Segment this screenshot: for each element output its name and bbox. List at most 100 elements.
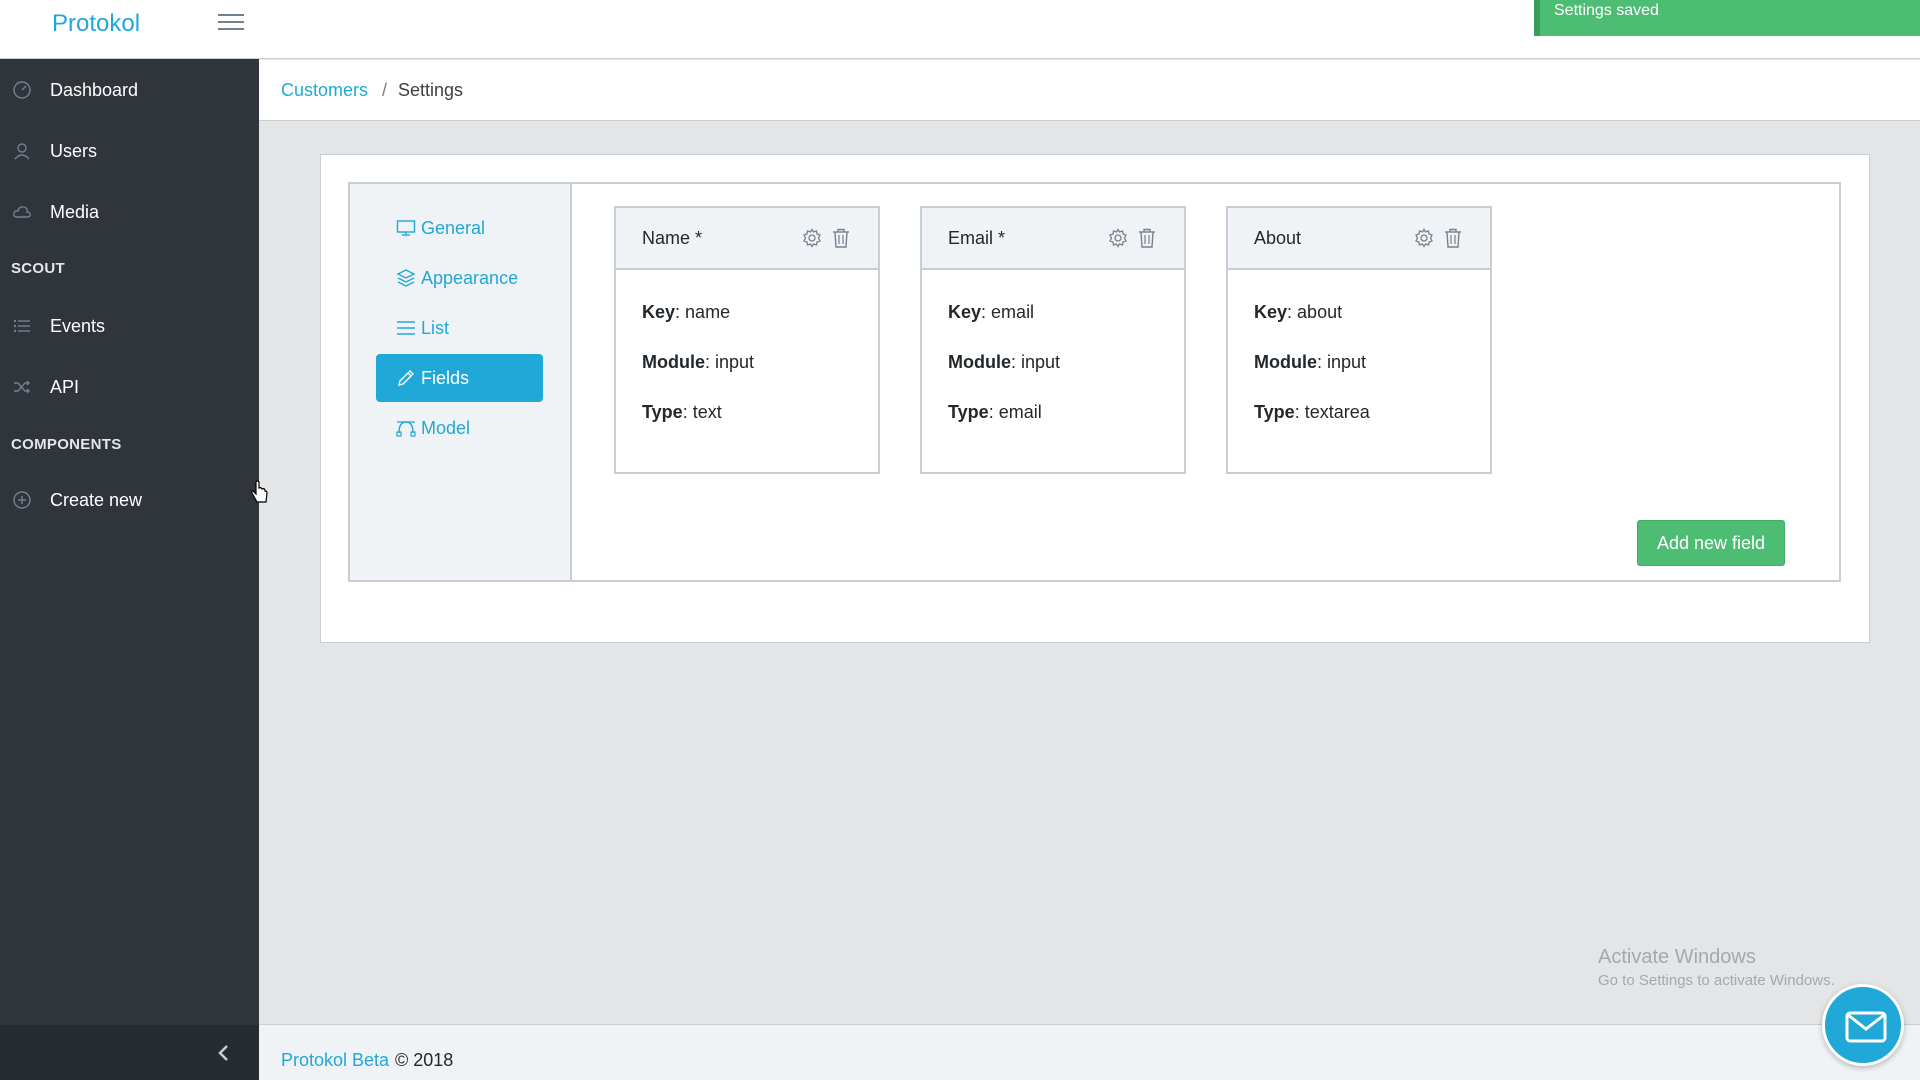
- key-value: about: [1297, 302, 1343, 322]
- tab-label: Fields: [421, 368, 470, 388]
- key-label: Key: [642, 302, 676, 322]
- list-icon: [397, 321, 415, 335]
- field-card-header: About: [1228, 208, 1490, 270]
- field-module-row: Module: input: [642, 352, 755, 372]
- breadcrumb-customers-link[interactable]: Customers: [281, 80, 368, 101]
- module-value: input: [715, 352, 755, 372]
- top-header: Protokol Settings saved: [0, 0, 1920, 59]
- field-module-row: Module: input: [948, 352, 1061, 372]
- windows-activation-watermark: Activate Windows Go to Settings to activ…: [1598, 946, 1835, 989]
- field-card-about: About Key: about Module: input Type: tex…: [1226, 206, 1492, 474]
- type-value: text: [692, 402, 722, 422]
- add-new-field-button[interactable]: Add new field: [1637, 520, 1785, 566]
- footer-copyright: © 2018: [395, 1050, 454, 1070]
- breadcrumb-current: Settings: [398, 80, 464, 100]
- field-card-title: Email *: [948, 228, 1006, 248]
- user-icon: [14, 143, 30, 160]
- sidebar-item-label: Users: [50, 140, 98, 161]
- sidebar-item-label: Events: [50, 315, 106, 336]
- field-card-name: Name * Key: name Module: input Type: tex…: [614, 206, 880, 474]
- field-card-email: Email * Key: email Module: input Type: e…: [920, 206, 1186, 474]
- field-card-header: Email *: [922, 208, 1184, 270]
- trash-icon[interactable]: [1444, 228, 1462, 248]
- type-value: textarea: [1304, 402, 1370, 422]
- key-label: Key: [948, 302, 982, 322]
- sidebar-item-label: Dashboard: [50, 79, 139, 100]
- brand-logo[interactable]: Protokol: [52, 10, 140, 38]
- field-type-row: Type: text: [642, 402, 722, 422]
- sidebar-item-dashboard[interactable]: Dashboard: [0, 62, 259, 118]
- cloud-icon: [13, 206, 31, 218]
- sidebar-item-api[interactable]: API: [0, 359, 259, 415]
- settings-panel: General Appearance List Fields Model Nam…: [348, 182, 1841, 582]
- breadcrumb: Customers / Settings: [259, 60, 1920, 121]
- sidebar-item-media[interactable]: Media: [0, 184, 259, 240]
- type-label: Type: [642, 402, 683, 422]
- watermark-title: Activate Windows: [1598, 946, 1756, 968]
- key-label: Key: [1254, 302, 1288, 322]
- type-value: email: [998, 402, 1042, 422]
- field-module-row: Module: input: [1254, 352, 1367, 372]
- section-title-scout: SCOUT: [11, 260, 65, 277]
- shuffle-icon: [14, 380, 30, 394]
- trash-icon[interactable]: [832, 228, 850, 248]
- trash-icon[interactable]: [1138, 228, 1156, 248]
- gear-icon[interactable]: [1108, 228, 1128, 248]
- sidebar: Dashboard Users Media SCOUT Events API C: [0, 59, 259, 1080]
- field-card-title: About: [1254, 228, 1302, 248]
- field-key-row: Key: about: [1254, 302, 1343, 322]
- tab-label: General: [421, 218, 486, 238]
- settings-nav: General Appearance List Fields Model: [350, 184, 572, 580]
- sidebar-item-label: Create new: [50, 489, 143, 510]
- field-type-row: Type: textarea: [1254, 402, 1370, 422]
- mail-button[interactable]: [1822, 984, 1904, 1066]
- layers-icon: [396, 269, 416, 287]
- watermark-subtitle: Go to Settings to activate Windows.: [1598, 972, 1835, 989]
- sidebar-footer: [0, 1025, 259, 1080]
- hamburger-menu-icon[interactable]: [218, 10, 246, 34]
- tab-appearance[interactable]: Appearance: [376, 254, 543, 302]
- tab-model[interactable]: Model: [376, 404, 543, 452]
- sidebar-item-create-new[interactable]: Create new: [0, 472, 259, 528]
- gear-icon[interactable]: [1414, 228, 1434, 248]
- sidebar-item-events[interactable]: Events: [0, 298, 259, 354]
- field-key-row: Key: email: [948, 302, 1035, 322]
- module-label: Module: [1254, 352, 1317, 372]
- section-title-components: COMPONENTS: [11, 436, 122, 453]
- module-label: Module: [642, 352, 705, 372]
- field-card-title: Name *: [642, 228, 703, 248]
- field-type-row: Type: email: [948, 402, 1042, 422]
- bezier-icon: [396, 421, 416, 437]
- hand-cursor-icon: [251, 480, 268, 503]
- type-label: Type: [948, 402, 989, 422]
- key-value: email: [991, 302, 1035, 322]
- field-card-header: Name *: [616, 208, 878, 270]
- plus-circle-icon: [13, 491, 31, 509]
- tab-general[interactable]: General: [376, 204, 543, 252]
- module-value: input: [1327, 352, 1367, 372]
- speedometer-icon: [13, 81, 31, 99]
- tab-label: Model: [421, 418, 471, 438]
- module-label: Module: [948, 352, 1011, 372]
- breadcrumb-separator: /: [382, 80, 388, 100]
- tab-label: Appearance: [421, 268, 519, 288]
- field-key-row: Key: name: [642, 302, 731, 322]
- tab-label: List: [421, 318, 450, 338]
- sidebar-item-label: Media: [50, 201, 100, 222]
- key-value: name: [685, 302, 731, 322]
- monitor-icon: [396, 220, 416, 236]
- tab-fields[interactable]: Fields: [376, 354, 543, 402]
- gear-icon[interactable]: [802, 228, 822, 248]
- type-label: Type: [1254, 402, 1295, 422]
- chevron-left-icon[interactable]: [212, 1041, 236, 1065]
- footer: Protokol Beta © 2018: [259, 1024, 1920, 1080]
- module-value: input: [1021, 352, 1061, 372]
- list-icon: [13, 319, 30, 333]
- sidebar-item-label: API: [50, 376, 80, 397]
- footer-link[interactable]: Protokol Beta: [281, 1050, 389, 1071]
- pencil-icon: [398, 370, 414, 386]
- sidebar-item-users[interactable]: Users: [0, 123, 259, 179]
- envelope-icon: [1845, 1011, 1887, 1043]
- settings-saved-toast: Settings saved: [1534, 0, 1920, 36]
- tab-list[interactable]: List: [376, 304, 543, 352]
